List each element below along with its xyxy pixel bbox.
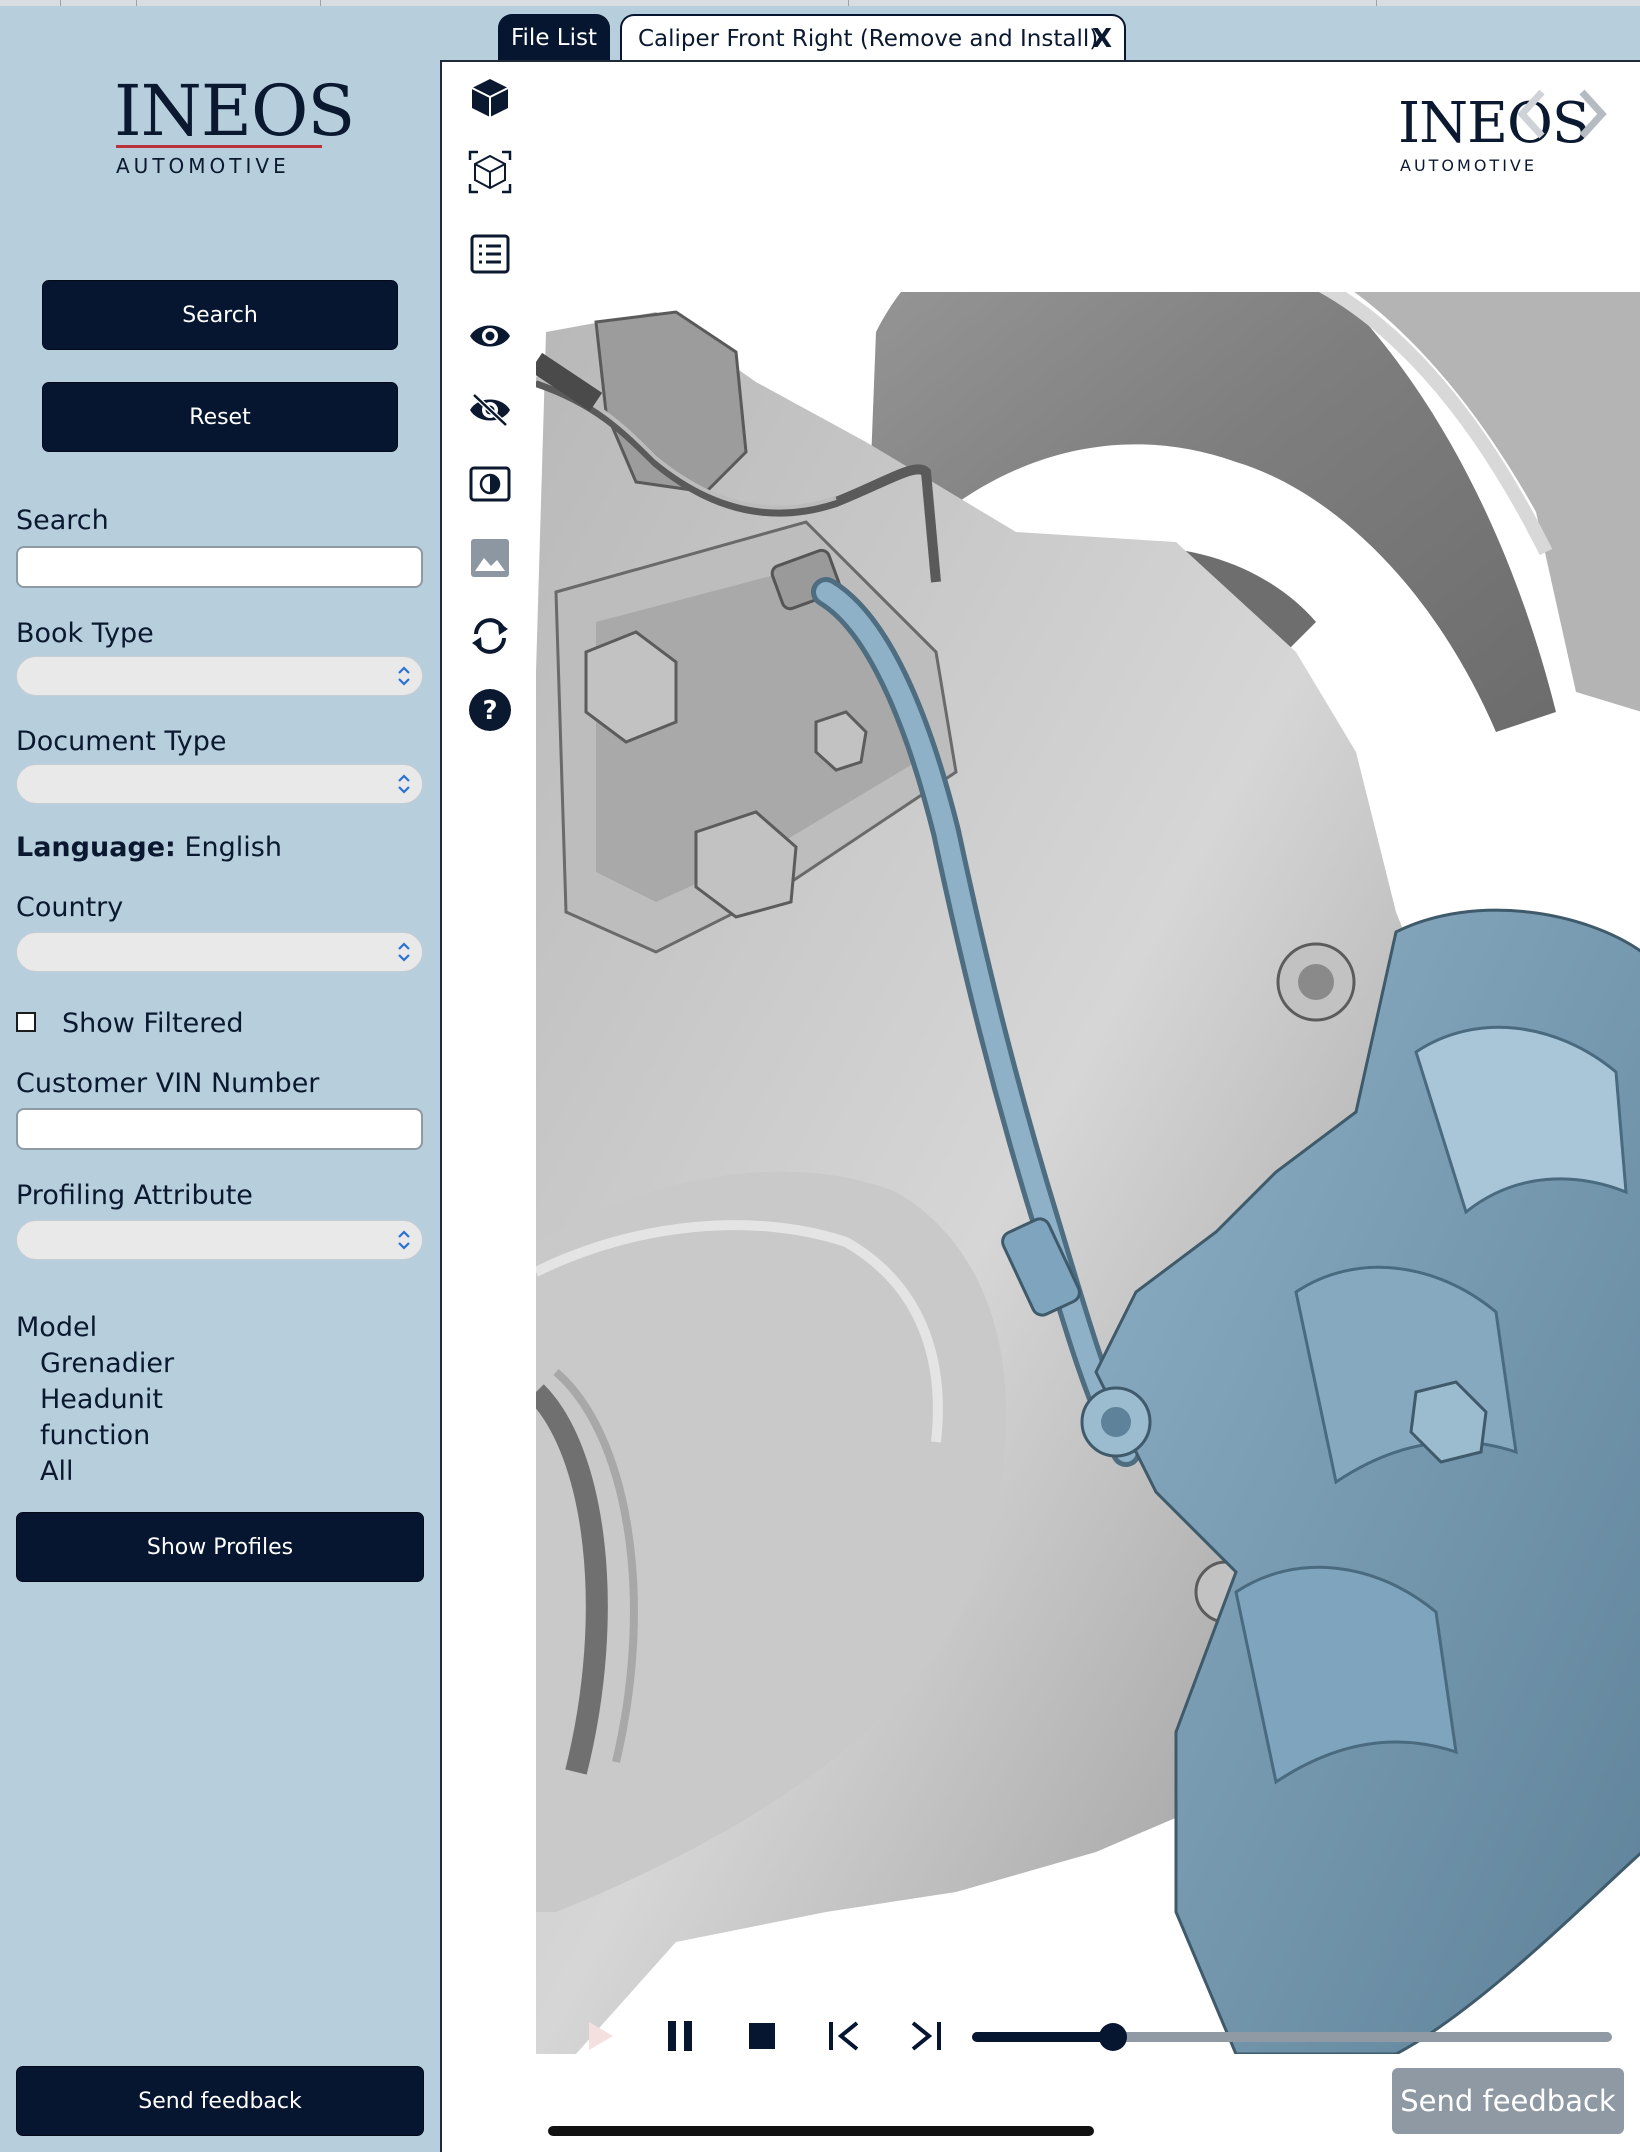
viewer-logo-subtext: AUTOMOTIVE — [1400, 156, 1537, 175]
book-type-select[interactable] — [16, 656, 423, 696]
profiling-attribute-select[interactable] — [16, 1220, 423, 1260]
skip-forward-button[interactable] — [904, 2014, 948, 2058]
eye-off-icon[interactable] — [468, 388, 512, 432]
tab-title: Caliper Front Right (Remove and Install) — [638, 26, 1099, 52]
book-type-label: Book Type — [16, 618, 154, 649]
horizontal-scrollbar[interactable] — [548, 2126, 1094, 2136]
tab-caliper-front-right[interactable]: Caliper Front Right (Remove and Install)… — [620, 14, 1126, 62]
profiling-attribute-label: Profiling Attribute — [16, 1180, 253, 1211]
3d-viewer: ? INEOS AUTOMOTIVE Send feedback — [440, 60, 1640, 2152]
chevron-up-down-icon — [398, 666, 410, 686]
country-label: Country — [16, 892, 124, 923]
show-profiles-button[interactable]: Show Profiles — [16, 1512, 424, 1582]
reset-button[interactable]: Reset — [42, 382, 398, 452]
send-feedback-button[interactable]: Send feedback — [16, 2066, 424, 2136]
chevron-up-down-icon — [398, 1230, 410, 1250]
help-icon[interactable]: ? — [468, 688, 512, 732]
model-label: Model — [16, 1312, 98, 1343]
model-item-grenadier[interactable]: Grenadier — [40, 1348, 174, 1379]
eye-icon[interactable] — [468, 314, 512, 358]
model-item-all[interactable]: All — [40, 1456, 73, 1487]
sidebar: INEOS AUTOMOTIVE Search Reset Search Boo… — [0, 6, 440, 2152]
svg-text:?: ? — [482, 696, 497, 726]
cube-icon[interactable] — [468, 76, 512, 120]
pause-button[interactable] — [658, 2014, 702, 2058]
logo-text: INEOS — [114, 70, 355, 152]
image-icon[interactable] — [468, 536, 512, 580]
language-value: English — [184, 832, 282, 863]
close-tab-button[interactable]: X — [1092, 24, 1112, 54]
3d-model-canvas[interactable] — [536, 292, 1640, 2054]
playback-progress-slider[interactable] — [972, 2023, 1612, 2051]
model-item-headunit[interactable]: Headunit — [40, 1384, 163, 1415]
language-label: Language: — [16, 832, 176, 863]
search-label: Search — [16, 505, 109, 536]
wireframe-cube-icon[interactable] — [468, 150, 512, 194]
model-item-function[interactable]: function — [40, 1420, 150, 1451]
language-row: Language: English — [16, 832, 282, 863]
list-icon[interactable] — [468, 232, 512, 276]
country-select[interactable] — [16, 932, 423, 972]
search-button[interactable]: Search — [42, 280, 398, 350]
contrast-icon[interactable] — [468, 462, 512, 506]
chevron-up-down-icon — [398, 942, 410, 962]
show-filtered-label: Show Filtered — [62, 1008, 244, 1039]
search-input[interactable] — [16, 546, 423, 588]
viewer-send-feedback-button[interactable]: Send feedback — [1392, 2068, 1624, 2134]
vin-label: Customer VIN Number — [16, 1068, 320, 1099]
previous-step-icon[interactable] — [1512, 84, 1552, 144]
vin-input[interactable] — [16, 1108, 423, 1150]
playback-progress-fill — [972, 2032, 1113, 2042]
chevron-up-down-icon — [398, 774, 410, 794]
logo-underline — [116, 145, 322, 148]
skip-back-button[interactable] — [822, 2014, 866, 2058]
playback-slider-thumb[interactable] — [1098, 2023, 1127, 2051]
stop-button[interactable] — [740, 2014, 784, 2058]
ineos-logo: INEOS AUTOMOTIVE — [114, 76, 355, 181]
viewer-logo-text: INEOS — [1398, 91, 1590, 156]
logo-subtext: AUTOMOTIVE — [116, 154, 290, 178]
document-type-select[interactable] — [16, 764, 423, 804]
show-filtered-checkbox[interactable] — [16, 1012, 36, 1032]
document-type-label: Document Type — [16, 726, 227, 757]
refresh-icon[interactable] — [468, 614, 512, 658]
next-step-icon[interactable] — [1572, 84, 1612, 144]
tab-file-list[interactable]: File List — [498, 14, 610, 62]
play-button[interactable] — [578, 2014, 622, 2058]
